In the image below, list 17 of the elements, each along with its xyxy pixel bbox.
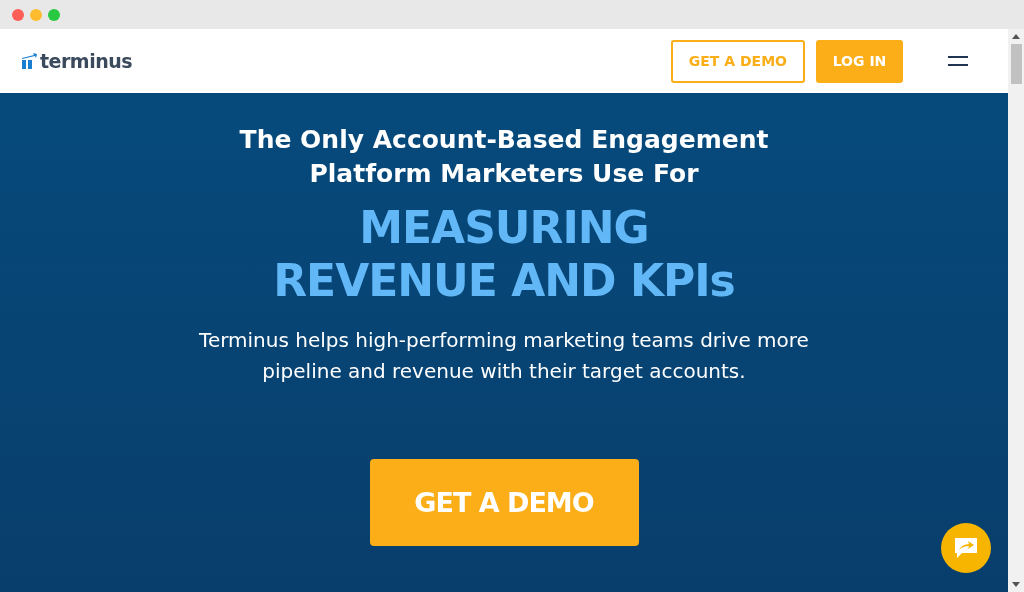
- header-button[interactable]: LOG IN: [816, 39, 903, 83]
- maximize-dot[interactable]: [48, 8, 60, 21]
- hero-heading: The Only Account-Based Engagement Platform Marketers Use For: [238, 124, 770, 190]
- hero-highlight: MEASURING REVENUE AND KPIs: [272, 201, 736, 307]
- scroll-up-icon[interactable]: [1012, 34, 1020, 39]
- hero-description: Terminus helps high-performing marketing teams drive more pipeline and revenue with their target accounts.: [198, 327, 810, 385]
- chat-button[interactable]: [941, 523, 991, 573]
- logo-icon: [21, 53, 37, 69]
- scroll-down-icon[interactable]: [1012, 582, 1020, 587]
- minimize-dot[interactable]: [30, 8, 42, 21]
- logo-text[interactable]: terminus: [40, 50, 132, 72]
- demo-button[interactable]: GET A DEMO: [369, 459, 639, 546]
- header-button[interactable]: GET A DEMO: [670, 39, 805, 83]
- close-dot[interactable]: [12, 8, 24, 21]
- menu-icon[interactable]: [948, 56, 968, 66]
- scrollbar-thumb[interactable]: [1010, 44, 1022, 84]
- chat-icon: [954, 537, 978, 559]
